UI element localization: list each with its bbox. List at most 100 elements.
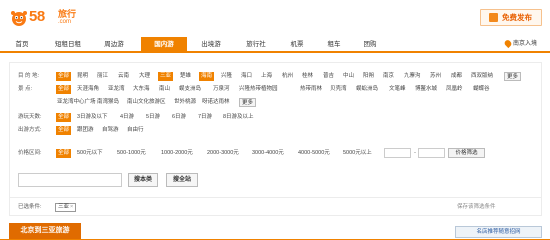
location-pin-icon: [503, 38, 513, 49]
days-option[interactable]: 全部: [56, 113, 72, 122]
travel-mode-label: 出游方式:: [18, 127, 42, 133]
destination-option[interactable]: 大理: [138, 72, 151, 81]
destination-option[interactable]: 昆明: [76, 72, 89, 81]
nav-flights[interactable]: 机票: [285, 37, 309, 52]
destination-option[interactable]: 九寨沟: [403, 72, 422, 81]
search-input[interactable]: [18, 173, 122, 187]
search-category-button[interactable]: 搜本类: [128, 173, 158, 187]
scenic-option[interactable]: 博鳌水城: [414, 85, 438, 94]
scenic-option[interactable]: 南山: [158, 85, 171, 94]
days-option[interactable]: 8日游及以上: [222, 113, 255, 122]
days-option[interactable]: 3日游及以下: [76, 113, 109, 122]
travel-mode-option[interactable]: 自由行: [126, 126, 145, 135]
destination-option[interactable]: 西双版纳: [470, 72, 494, 81]
result-tabs-bar: 北京到三亚旅游 名店推荐随意招网: [0, 223, 550, 240]
price-option[interactable]: 1000-2000元: [160, 149, 194, 158]
logo-mascot-icon: [11, 11, 27, 26]
price-option[interactable]: 2000-3000元: [206, 149, 240, 158]
destination-option[interactable]: 杭州: [281, 72, 294, 81]
scenic-option[interactable]: 亚龙湾中心广场: [56, 98, 97, 107]
logo-number: 58: [29, 8, 45, 25]
close-icon[interactable]: ×: [70, 204, 73, 210]
travel-mode-option[interactable]: 全部: [56, 126, 72, 135]
scenic-option[interactable]: 蜈支洲岛: [178, 85, 202, 94]
price-range-dash: -: [414, 150, 416, 156]
destination-option[interactable]: 上海: [260, 72, 273, 81]
scenic-option[interactable]: 文笔峰: [388, 85, 407, 94]
scenic-row-2: 亚龙湾中心广场 南湾猴岛 南山文化旅游区 世外桃源 呀诺达雨林 更多: [10, 98, 541, 107]
days-option[interactable]: 5日游: [145, 113, 161, 122]
recommend-shop-button[interactable]: 名店推荐随意招网: [455, 226, 542, 238]
price-option[interactable]: 5000元以上: [342, 149, 373, 158]
publish-label: 免费发布: [502, 13, 532, 22]
scenic-option[interactable]: 呀诺达雨林: [201, 98, 231, 107]
destination-option[interactable]: 桂林: [301, 72, 314, 81]
days-row: 游玩天数: 全部 3日游及以下 4日游 5日游 6日游 7日游 8日游及以上: [10, 113, 541, 122]
scenic-option[interactable]: 亚龙湾: [107, 85, 126, 94]
destination-option[interactable]: 成都: [450, 72, 463, 81]
days-label: 游玩天数:: [18, 114, 42, 120]
destination-option[interactable]: 全部: [56, 72, 72, 81]
scenic-option[interactable]: 天涯海角: [76, 85, 100, 94]
scenic-option[interactable]: 南湾猴岛: [96, 98, 120, 107]
price-filter-button[interactable]: 价格筛选: [448, 148, 485, 158]
save-filter-link[interactable]: 保存该筛选条件: [457, 203, 496, 212]
nav-outbound-tour[interactable]: 出境游: [195, 37, 227, 52]
price-option[interactable]: 500-1000元: [116, 149, 147, 158]
search-site-button[interactable]: 搜全站: [166, 173, 198, 187]
nav-domestic-tour[interactable]: 国内游: [141, 37, 187, 52]
destination-option[interactable]: 普吉: [322, 72, 335, 81]
scenic-option[interactable]: 大东海: [132, 85, 151, 94]
destination-option[interactable]: 楚雄: [179, 72, 192, 81]
site-logo[interactable]: 58 旅行 .com: [10, 9, 86, 29]
nav-home[interactable]: 首页: [10, 37, 34, 52]
destination-option[interactable]: 兴隆: [220, 72, 233, 81]
nav-short-rent[interactable]: 短租日租: [48, 37, 88, 52]
destination-option[interactable]: 海南: [199, 72, 215, 81]
travel-mode-row: 出游方式: 全部 跟团游 自驾游 自由行: [10, 126, 541, 135]
main-nav: 首页 短租日租 周边游 国内游 出境游 旅行社 机票 租车 团购 南京入境: [0, 37, 550, 53]
travel-mode-option[interactable]: 跟团游: [76, 126, 95, 135]
destination-option[interactable]: 丽江: [96, 72, 109, 81]
selected-condition-chip[interactable]: 三亚×: [55, 203, 77, 212]
nav-group-buy[interactable]: 团购: [358, 37, 382, 52]
destination-option[interactable]: 云南: [117, 72, 130, 81]
destination-option[interactable]: 海口: [240, 72, 253, 81]
price-option[interactable]: 500元以下: [76, 149, 104, 158]
scenic-option[interactable]: 蜈蚣洲岛: [355, 85, 379, 94]
scenic-option[interactable]: 兴隆热带植物园: [238, 85, 279, 94]
destination-option[interactable]: 苏州: [429, 72, 442, 81]
scenic-option[interactable]: 热带雨林: [299, 85, 323, 94]
price-row: 价格区间: 全部 500元以下 500-1000元 1000-2000元 200…: [10, 149, 390, 158]
travel-mode-option[interactable]: 自驾游: [101, 126, 120, 135]
days-option[interactable]: 6日游: [171, 113, 187, 122]
nav-nearby-tour[interactable]: 周边游: [98, 37, 130, 52]
scenic-option[interactable]: 贝壳湾: [329, 85, 348, 94]
chip-label: 三亚: [58, 204, 70, 210]
destination-option[interactable]: 中山: [342, 72, 355, 81]
destination-more-button[interactable]: 更多: [504, 72, 522, 81]
scenic-option[interactable]: 蝴蝶谷: [472, 85, 491, 94]
scenic-option[interactable]: 世外桃源: [173, 98, 197, 107]
price-option[interactable]: 3000-4000元: [251, 149, 285, 158]
scenic-label: 景 点:: [18, 86, 33, 92]
price-min-input[interactable]: [384, 148, 411, 158]
free-publish-button[interactable]: 免费发布: [480, 9, 542, 26]
days-option[interactable]: 4日游: [119, 113, 135, 122]
scenic-more-button[interactable]: 更多: [239, 98, 257, 107]
destination-option[interactable]: 阳朔: [362, 72, 375, 81]
scenic-option[interactable]: 凤凰岭: [445, 85, 464, 94]
scenic-option[interactable]: 全部: [56, 85, 72, 94]
location-switch[interactable]: 南京入境: [503, 38, 537, 50]
destination-option[interactable]: 南京: [382, 72, 395, 81]
route-tab[interactable]: 北京到三亚旅游: [9, 223, 81, 239]
scenic-option[interactable]: 万泉河: [212, 85, 231, 94]
nav-travel-agency[interactable]: 旅行社: [240, 37, 272, 52]
price-option[interactable]: 4000-5000元: [297, 149, 331, 158]
price-option[interactable]: 全部: [56, 149, 72, 158]
price-max-input[interactable]: [418, 148, 445, 158]
days-option[interactable]: 7日游: [197, 113, 213, 122]
scenic-option[interactable]: 南山文化旅游区: [126, 98, 167, 107]
nav-car-rental[interactable]: 租车: [322, 37, 346, 52]
destination-option-selected[interactable]: 三亚: [158, 72, 174, 81]
